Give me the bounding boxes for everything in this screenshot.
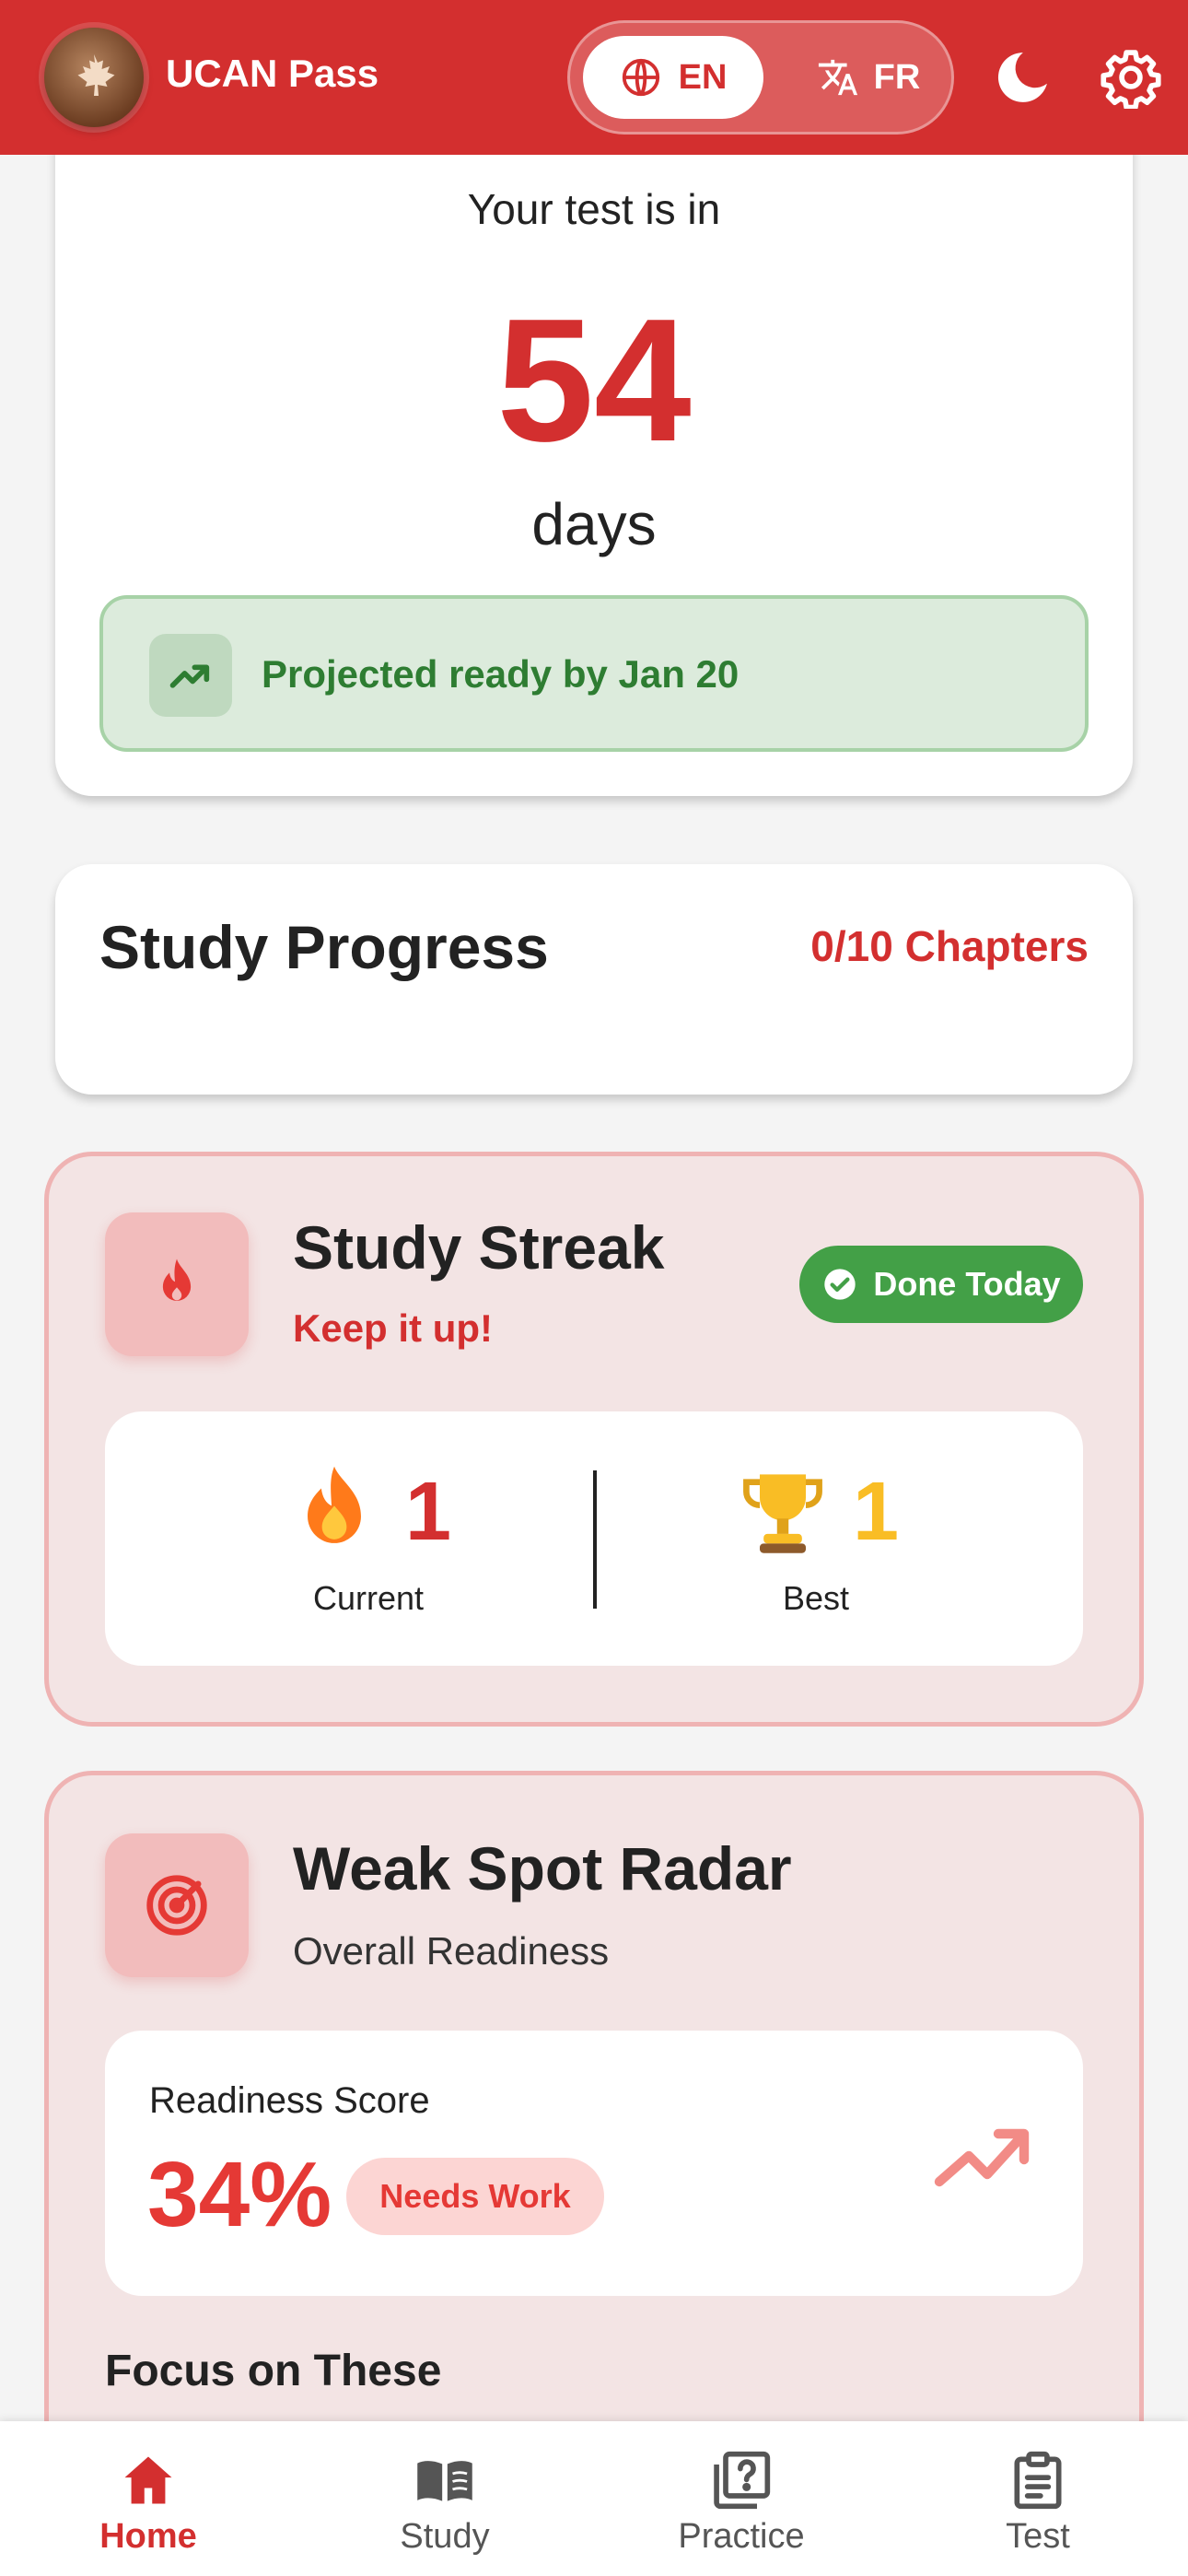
projected-ready-banner: Projected ready by Jan 20: [99, 595, 1089, 752]
overall-readiness-subtitle: Overall Readiness: [293, 1929, 610, 1973]
readiness-score-label: Readiness Score: [149, 2080, 430, 2121]
nav-home[interactable]: Home: [0, 2421, 297, 2576]
nav-practice-label: Practice: [678, 2517, 805, 2556]
translate-icon: [818, 59, 857, 96]
nav-test-label: Test: [1006, 2517, 1070, 2556]
flame-tile-icon: [105, 1212, 249, 1356]
settings-gear-icon[interactable]: [1100, 46, 1162, 109]
current-streak-label: Current: [313, 1579, 425, 1617]
maple-leaf-logo-icon[interactable]: [44, 28, 144, 127]
countdown-days-value: 54: [496, 283, 692, 478]
nav-study[interactable]: Study: [297, 2421, 593, 2576]
dark-mode-moon-icon[interactable]: [991, 46, 1054, 109]
nav-practice[interactable]: Practice: [593, 2421, 890, 2576]
language-fr-button[interactable]: FR: [795, 36, 942, 119]
language-fr-label: FR: [873, 57, 921, 97]
app-title: UCAN Pass: [166, 52, 379, 95]
done-today-badge: Done Today: [799, 1246, 1083, 1323]
readiness-score-value: 34%: [147, 2143, 332, 2246]
nav-test[interactable]: Test: [890, 2421, 1186, 2576]
projected-ready-text: Projected ready by Jan 20: [262, 652, 740, 696]
radar-target-tile-icon: [105, 1833, 249, 1977]
current-streak-value: 1: [405, 1466, 452, 1558]
app-bar: UCAN Pass EN FR: [0, 0, 1188, 155]
study-streak-subtitle: Keep it up!: [293, 1306, 493, 1350]
chapters-count: 0/10 Chapters: [810, 922, 1089, 970]
language-en-label: EN: [678, 57, 728, 97]
study-progress-card[interactable]: Study Progress 0/10 Chapters: [55, 864, 1133, 1095]
stats-divider: [593, 1470, 597, 1609]
quiz-icon: [714, 2451, 771, 2510]
best-streak-value: 1: [853, 1466, 900, 1558]
focus-on-these-heading: Focus on These: [105, 2347, 442, 2395]
done-today-label: Done Today: [873, 1265, 1061, 1303]
trending-up-icon: [149, 634, 232, 717]
countdown-label: Your test is in: [467, 185, 721, 233]
bottom-navigation: Home Study Practice Test: [0, 2421, 1188, 2576]
nav-home-label: Home: [99, 2517, 197, 2556]
fire-emoji-icon: [308, 1466, 361, 1543]
clipboard-icon: [1014, 2451, 1062, 2510]
needs-work-badge: Needs Work: [346, 2158, 604, 2235]
home-icon: [124, 2456, 172, 2504]
study-progress-title: Study Progress: [99, 913, 549, 981]
globe-icon: [622, 58, 659, 97]
book-icon: [417, 2461, 472, 2501]
language-toggle: EN FR: [567, 20, 954, 135]
study-streak-title: Study Streak: [293, 1213, 665, 1282]
weak-spot-radar-title: Weak Spot Radar: [293, 1834, 792, 1903]
language-en-button[interactable]: EN: [583, 36, 763, 119]
trophy-emoji-icon: [743, 1474, 822, 1553]
nav-study-label: Study: [400, 2517, 490, 2556]
check-circle-icon: [824, 1269, 856, 1300]
countdown-days-unit: days: [531, 491, 657, 557]
best-streak-label: Best: [783, 1579, 850, 1617]
trending-up-icon: [934, 2128, 1030, 2187]
